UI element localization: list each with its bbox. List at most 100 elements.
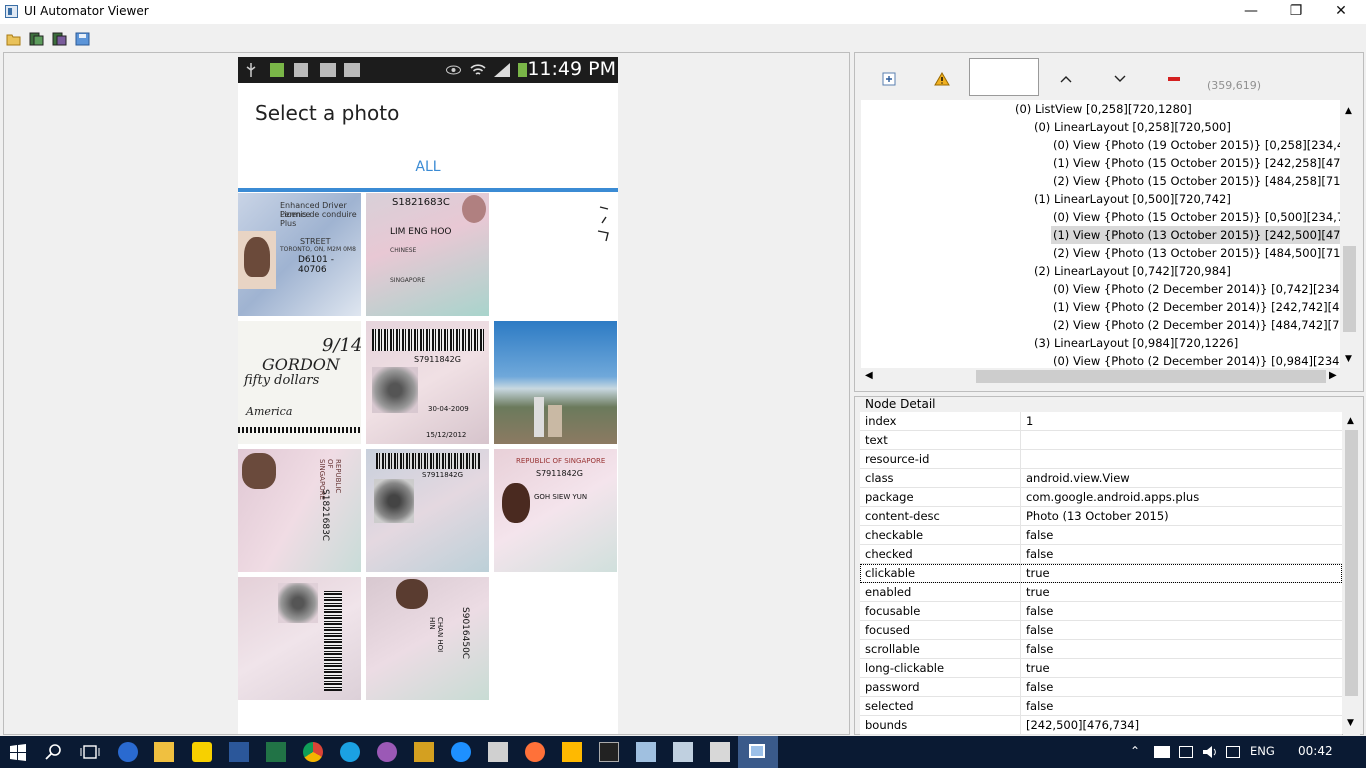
network-icon[interactable] bbox=[1179, 746, 1193, 758]
tree-node[interactable]: (1) View {Photo (2 December 2014)} [242,… bbox=[1051, 298, 1340, 316]
app-icon[interactable] bbox=[451, 742, 471, 762]
search-icon[interactable] bbox=[44, 742, 64, 762]
scroll-up-arrow-icon[interactable]: ▲ bbox=[1345, 106, 1352, 116]
tree-node[interactable]: (0) View {Photo (2 December 2014)} [0,74… bbox=[1051, 280, 1340, 298]
tree-node[interactable]: (0) View {Photo (15 October 2015)} [0,50… bbox=[1051, 208, 1340, 226]
word-icon[interactable] bbox=[229, 742, 249, 762]
detail-row-clickable[interactable]: clickable true bbox=[860, 564, 1342, 583]
scroll-right-arrow-icon[interactable]: ▶ bbox=[1329, 370, 1337, 381]
tree-node[interactable]: (0) ListView [0,258][720,1280] bbox=[1013, 100, 1194, 118]
volume-icon[interactable] bbox=[1200, 742, 1220, 762]
tree-node[interactable]: (2) View {Photo (13 October 2015)} [484,… bbox=[1051, 244, 1340, 262]
app-icon[interactable] bbox=[710, 742, 730, 762]
scroll-up-arrow-icon[interactable]: ▲ bbox=[1347, 416, 1354, 426]
detail-row-selected[interactable]: selected false bbox=[860, 697, 1342, 716]
task-view-icon[interactable] bbox=[80, 742, 100, 762]
detail-row-password[interactable]: password false bbox=[860, 678, 1342, 697]
tree-node[interactable]: (1) View {Photo (13 October 2015)} [242,… bbox=[1051, 226, 1340, 244]
photo-tile[interactable]: 9/14/1 GORDON fifty dollars America bbox=[238, 321, 361, 444]
scroll-left-arrow-icon[interactable]: ◀ bbox=[865, 370, 873, 381]
detail-row-content-desc[interactable]: content-desc Photo (13 October 2015) bbox=[860, 507, 1342, 526]
detail-row-long-clickable[interactable]: long-clickable true bbox=[860, 659, 1342, 678]
node-detail-table[interactable]: index 1 text resource-id class android.view.V… bbox=[860, 412, 1342, 735]
detail-row-focusable[interactable]: focusable false bbox=[860, 602, 1342, 621]
tree-node[interactable]: (0) LinearLayout [0,258][720,500] bbox=[1032, 118, 1233, 136]
tor-browser-icon[interactable] bbox=[377, 742, 397, 762]
detail-row-index[interactable]: index 1 bbox=[860, 412, 1342, 431]
tree-node[interactable]: (3) LinearLayout [0,984][720,1226] bbox=[1032, 334, 1240, 352]
photo-tile[interactable]: S1821683C LIM ENG HOO CHINESE SINGAPORE bbox=[366, 193, 489, 316]
close-button[interactable]: ✕ bbox=[1318, 0, 1364, 24]
detail-scroll-thumb[interactable] bbox=[1345, 430, 1358, 696]
file-explorer-icon[interactable] bbox=[154, 742, 174, 762]
chrome-icon[interactable] bbox=[303, 742, 323, 762]
language-indicator[interactable]: ENG bbox=[1250, 744, 1275, 758]
edge-icon[interactable] bbox=[118, 742, 138, 762]
detail-row-focused[interactable]: focused false bbox=[860, 621, 1342, 640]
scroll-down-arrow-icon[interactable]: ▼ bbox=[1345, 354, 1352, 364]
detail-row-resource-id[interactable]: resource-id bbox=[860, 450, 1342, 469]
excel-icon[interactable] bbox=[266, 742, 286, 762]
internet-explorer-icon[interactable] bbox=[340, 742, 360, 762]
photo-tile[interactable]: S7911842G bbox=[366, 449, 489, 572]
tree-node[interactable]: (2) View {Photo (2 December 2014)} [484,… bbox=[1051, 316, 1340, 334]
warning-icon[interactable] bbox=[934, 72, 950, 86]
windows-start-icon[interactable] bbox=[8, 742, 28, 762]
device-screenshot-compressed-icon[interactable] bbox=[52, 32, 67, 46]
clear-icon[interactable] bbox=[1166, 72, 1182, 86]
action-center-icon[interactable] bbox=[1226, 746, 1240, 758]
tree-node[interactable]: (2) View {Photo (15 October 2015)} [484,… bbox=[1051, 172, 1340, 190]
expand-all-icon[interactable] bbox=[881, 72, 897, 86]
tree-horizontal-scrollbar[interactable]: ◀ ▶ bbox=[861, 368, 1341, 385]
command-prompt-icon[interactable] bbox=[599, 742, 619, 762]
tree-node[interactable]: (0) View {Photo (2 December 2014)} [0,98… bbox=[1051, 352, 1340, 368]
scroll-down-arrow-icon[interactable]: ▼ bbox=[1347, 718, 1354, 728]
photo-tile[interactable]: REPUBLIC OF SINGAPORE S1821683C bbox=[238, 449, 361, 572]
app-icon[interactable] bbox=[488, 742, 508, 762]
tree-node[interactable]: (0) View {Photo (19 October 2015)} [0,25… bbox=[1051, 136, 1340, 154]
chevron-up-icon[interactable] bbox=[1058, 72, 1074, 86]
detail-row-checkable[interactable]: checkable false bbox=[860, 526, 1342, 545]
tree-hscroll-thumb[interactable] bbox=[976, 370, 1326, 383]
bing-icon[interactable] bbox=[562, 742, 582, 762]
tree-node[interactable]: (1) LinearLayout [0,500][720,742] bbox=[1032, 190, 1233, 208]
detail-row-enabled[interactable]: enabled true bbox=[860, 583, 1342, 602]
tab-all[interactable]: ALL bbox=[238, 159, 618, 175]
chevron-down-icon[interactable] bbox=[1112, 72, 1128, 86]
detail-row-checked[interactable]: checked false bbox=[860, 545, 1342, 564]
detail-row-bounds[interactable]: bounds [242,500][476,734] bbox=[860, 716, 1342, 735]
firefox-icon[interactable] bbox=[525, 742, 545, 762]
detail-vertical-scrollbar[interactable]: ▲ ▼ bbox=[1343, 412, 1360, 735]
app-icon[interactable] bbox=[414, 742, 434, 762]
minimize-button[interactable]: — bbox=[1228, 0, 1274, 24]
photo-tile-selected[interactable]: S7911842G 30-04-2009 15/12/2012 bbox=[366, 321, 489, 444]
photo-tile[interactable] bbox=[494, 321, 617, 444]
tree-vertical-scrollbar[interactable]: ▲ ▼ bbox=[1341, 100, 1358, 368]
detail-row-class[interactable]: class android.view.View bbox=[860, 469, 1342, 488]
clock[interactable]: 00:42 bbox=[1298, 744, 1333, 758]
device-screenshot-icon[interactable] bbox=[29, 32, 44, 46]
tree-scroll-thumb[interactable] bbox=[1343, 246, 1356, 332]
save-icon[interactable] bbox=[75, 32, 90, 46]
tree-node[interactable]: (2) LinearLayout [0,742][720,984] bbox=[1032, 262, 1233, 280]
app-icon[interactable] bbox=[673, 742, 693, 762]
chevron-up-icon[interactable]: ⌃ bbox=[1130, 744, 1140, 758]
photo-tile[interactable]: Enhanced Driver Licence Permis de condui… bbox=[238, 193, 361, 316]
tree-node[interactable]: (1) View {Photo (15 October 2015)} [242,… bbox=[1051, 154, 1340, 172]
app-icon[interactable] bbox=[636, 742, 656, 762]
device-screen[interactable]: 11:49 PM Select a photo ALL Enhanced Dri… bbox=[238, 57, 618, 734]
photo-tile[interactable]: S9016450C CHAN HOI HIN bbox=[366, 577, 489, 700]
detail-row-scrollable[interactable]: scrollable false bbox=[860, 640, 1342, 659]
photo-tile[interactable]: REPUBLIC OF SINGAPORE S7911842G GOH SIEW… bbox=[494, 449, 617, 572]
detail-row-package[interactable]: package com.google.android.apps.plus bbox=[860, 488, 1342, 507]
photo-tile[interactable] bbox=[238, 577, 361, 700]
sticky-notes-icon[interactable] bbox=[192, 742, 212, 762]
photo-tile[interactable] bbox=[494, 193, 617, 316]
battery-icon[interactable] bbox=[1154, 746, 1170, 758]
hierarchy-tree[interactable]: (0) ListView [0,258][720,1280] (0) Linear… bbox=[861, 100, 1340, 368]
detail-row-text[interactable]: text bbox=[860, 431, 1342, 450]
uiautomator-taskbar-button[interactable] bbox=[738, 736, 778, 768]
restore-button[interactable]: ❐ bbox=[1273, 0, 1319, 24]
search-input[interactable] bbox=[969, 58, 1039, 96]
open-folder-icon[interactable] bbox=[6, 32, 21, 46]
